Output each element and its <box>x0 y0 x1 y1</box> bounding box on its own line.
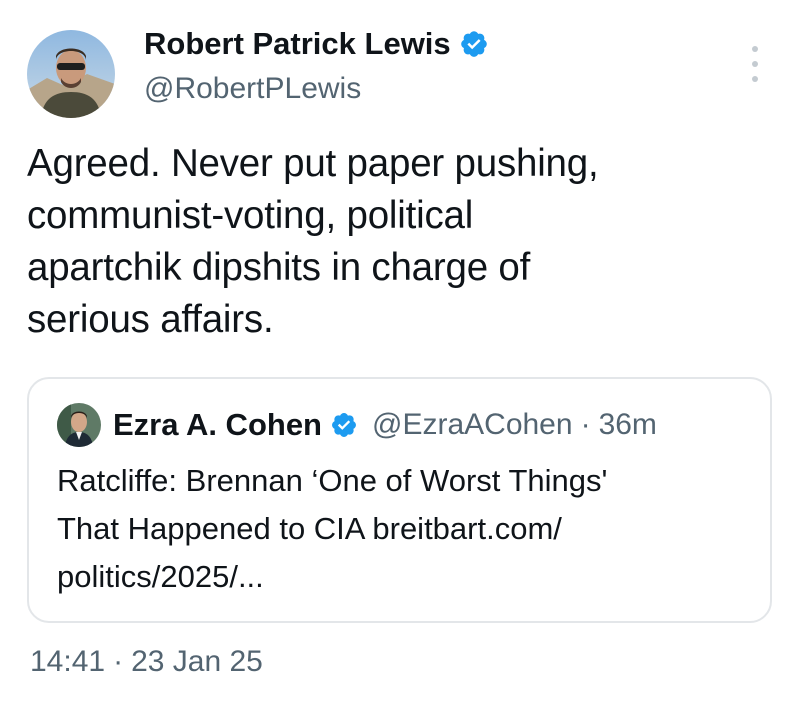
tweet-timestamp[interactable]: 14:41 · 23 Jan 25 <box>30 645 263 679</box>
quoted-tweet-time: 36m <box>598 408 657 441</box>
tweet-text: Agreed. Never put paper pushing, communi… <box>27 138 777 346</box>
quoted-tweet-card[interactable]: Ezra A. Cohen @EzraACohen · 36m Ratcliff… <box>27 377 772 623</box>
quoted-author-avatar <box>57 403 101 447</box>
dot-icon <box>752 61 758 67</box>
timestamp-date: 23 Jan 25 <box>131 645 263 678</box>
author-name[interactable]: Robert Patrick Lewis <box>144 26 451 62</box>
more-options-icon[interactable] <box>740 46 770 82</box>
timestamp-time: 14:41 <box>30 645 106 678</box>
quoted-avatar-photo <box>57 403 101 447</box>
quoted-text-line: politics/2025/... <box>57 559 264 594</box>
quoted-author-handle: @EzraACohen <box>372 408 573 441</box>
dot-icon <box>752 76 758 82</box>
quoted-text-line: That Happened to CIA breitbart.com/ <box>57 511 562 546</box>
separator-dot: · <box>113 645 124 678</box>
separator-dot: · <box>580 408 591 441</box>
author-handle[interactable]: @RobertPLewis <box>144 72 361 106</box>
tweet-card: Robert Patrick Lewis @RobertPLewis Agree… <box>0 0 800 707</box>
quoted-tweet-header: Ezra A. Cohen @EzraACohen · 36m <box>57 403 657 447</box>
verified-badge-icon <box>460 31 487 57</box>
tweet-text-line: communist-voting, political <box>27 194 474 237</box>
avatar-photo <box>27 30 115 118</box>
author-avatar[interactable] <box>27 30 115 118</box>
tweet-text-line: apartchik dipshits in charge of <box>27 246 531 289</box>
verified-badge-icon <box>332 413 356 437</box>
quoted-author-name: Ezra A. Cohen <box>113 407 322 442</box>
tweet-text-line: Agreed. Never put paper pushing, <box>27 142 599 185</box>
quoted-text-line: Ratcliffe: Brennan ‘One of Worst Things' <box>57 463 608 498</box>
quoted-tweet-text: Ratcliffe: Brennan ‘One of Worst Things'… <box>57 457 757 601</box>
tweet-text-line: serious affairs. <box>27 298 274 341</box>
dot-icon <box>752 46 758 52</box>
author-name-row: Robert Patrick Lewis <box>144 26 489 62</box>
